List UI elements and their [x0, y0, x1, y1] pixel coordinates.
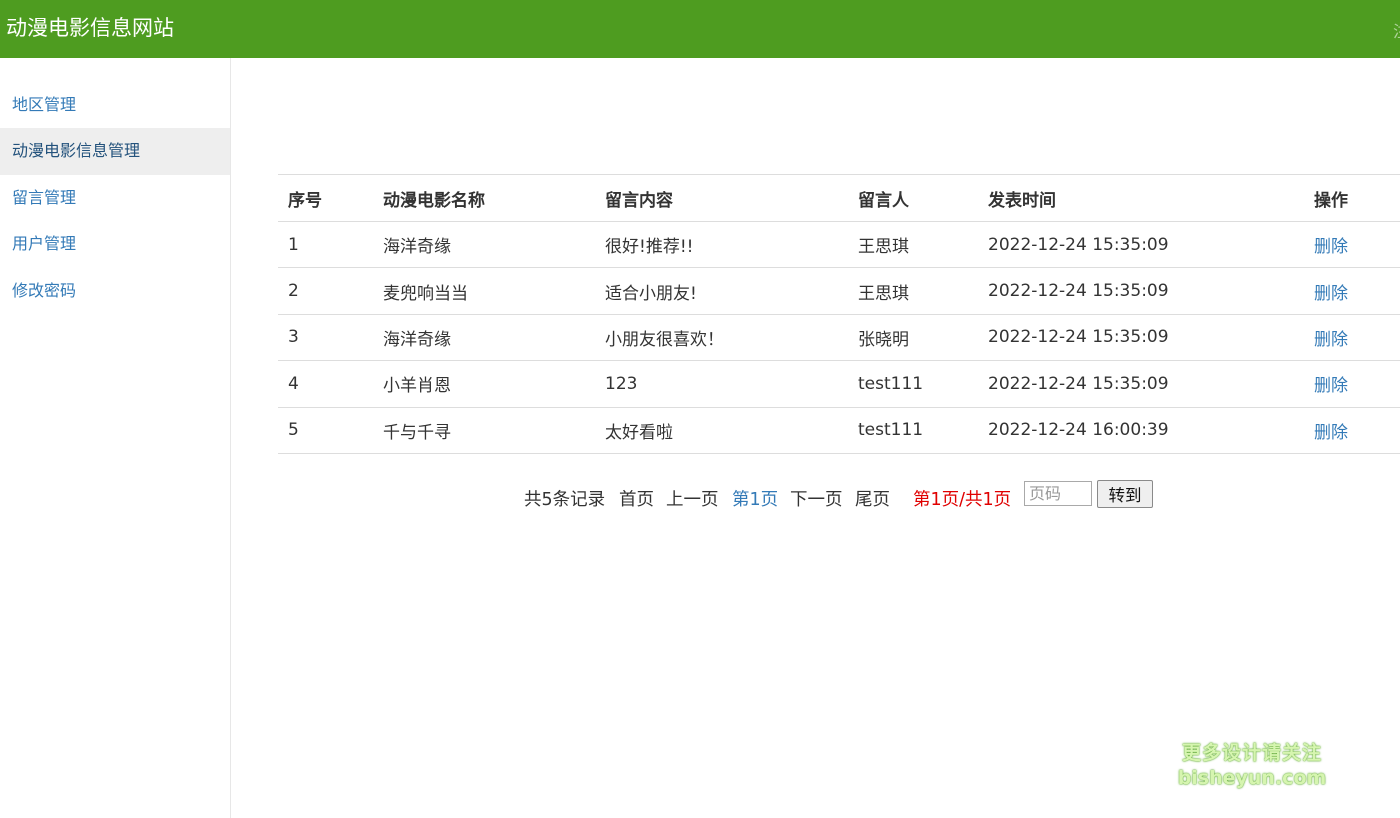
main-content: 序号 动漫电影名称 留言内容 留言人 发表时间 操作 1 海洋奇缘 很好!推荐!… [231, 58, 1400, 818]
cell-content: 很好!推荐!! [595, 221, 848, 269]
sidebar-item-users[interactable]: 用户管理 [0, 221, 230, 267]
watermark-line-2: bisheyun.com [1177, 767, 1327, 789]
next-page-link[interactable]: 下一页 [790, 488, 843, 512]
cell-author: test111 [848, 407, 978, 454]
cell-author: test111 [848, 360, 978, 408]
cell-time: 2022-12-24 15:35:09 [978, 360, 1304, 408]
cell-movie: 小羊肖恩 [373, 360, 595, 408]
cell-time: 2022-12-24 15:35:09 [978, 267, 1304, 315]
top-header-bar: 动漫电影信息网站 注 [0, 0, 1400, 58]
current-page-link[interactable]: 第1页 [732, 488, 778, 512]
sidebar-menu: 地区管理 动漫电影信息管理 留言管理 用户管理 修改密码 [0, 82, 230, 314]
cell-movie: 千与千寻 [373, 407, 595, 454]
watermark: 更多设计请关注 bisheyun.com [1172, 740, 1332, 790]
sidebar-item-change-password[interactable]: 修改密码 [0, 268, 230, 314]
cell-author: 张晓明 [848, 314, 978, 362]
record-count: 共5条记录 [524, 490, 606, 510]
column-header-action: 操作 [1304, 174, 1400, 222]
delete-link[interactable]: 删除 [1304, 407, 1400, 454]
cell-index: 2 [278, 267, 373, 315]
cell-content: 小朋友很喜欢！ [595, 314, 848, 362]
sidebar-item-movie-info[interactable]: 动漫电影信息管理 [0, 128, 230, 175]
cell-index: 1 [278, 221, 373, 269]
site-title[interactable]: 动漫电影信息网站 [6, 14, 174, 42]
header-right-text[interactable]: 注 [1393, 18, 1400, 42]
cell-index: 5 [278, 407, 373, 454]
delete-link[interactable]: 删除 [1304, 314, 1400, 362]
table-row: 1 海洋奇缘 很好!推荐!! 王思琪 2022-12-24 15:35:09 删… [278, 221, 1400, 269]
cell-content: 适合小朋友! [595, 267, 848, 315]
column-header-time: 发表时间 [978, 174, 1304, 222]
cell-index: 4 [278, 360, 373, 408]
prev-page-link[interactable]: 上一页 [666, 488, 719, 512]
cell-author: 王思琪 [848, 221, 978, 269]
column-header-author: 留言人 [848, 174, 978, 222]
column-header-index: 序号 [278, 174, 373, 222]
table-header-row: 序号 动漫电影名称 留言内容 留言人 发表时间 操作 [278, 174, 1400, 222]
table-row: 2 麦兜响当当 适合小朋友! 王思琪 2022-12-24 15:35:09 删… [278, 267, 1400, 315]
sidebar: 地区管理 动漫电影信息管理 留言管理 用户管理 修改密码 [0, 58, 231, 818]
cell-index: 3 [278, 314, 373, 362]
delete-link[interactable]: 删除 [1304, 267, 1400, 315]
sidebar-item-messages[interactable]: 留言管理 [0, 175, 230, 221]
delete-link[interactable]: 删除 [1304, 221, 1400, 269]
last-page-link[interactable]: 尾页 [855, 488, 890, 512]
table-row: 4 小羊肖恩 123 test111 2022-12-24 15:35:09 删… [278, 360, 1400, 408]
cell-time: 2022-12-24 15:35:09 [978, 314, 1304, 362]
message-table: 序号 动漫电影名称 留言内容 留言人 发表时间 操作 1 海洋奇缘 很好!推荐!… [278, 174, 1400, 454]
watermark-line-1: 更多设计请关注 [1181, 742, 1322, 764]
cell-movie: 海洋奇缘 [373, 221, 595, 269]
first-page-link[interactable]: 首页 [619, 488, 654, 512]
cell-movie: 海洋奇缘 [373, 314, 595, 362]
page-info: 第1页/共1页 [913, 490, 1012, 510]
column-header-content: 留言内容 [595, 174, 848, 222]
sidebar-item-region[interactable]: 地区管理 [0, 82, 230, 128]
table-row: 3 海洋奇缘 小朋友很喜欢！ 张晓明 2022-12-24 15:35:09 删… [278, 314, 1400, 362]
cell-time: 2022-12-24 15:35:09 [978, 221, 1304, 269]
cell-time: 2022-12-24 16:00:39 [978, 407, 1304, 454]
cell-author: 王思琪 [848, 267, 978, 315]
cell-content: 123 [595, 360, 848, 408]
column-header-movie: 动漫电影名称 [373, 174, 595, 222]
page-number-input[interactable] [1024, 481, 1092, 506]
table-row: 5 千与千寻 太好看啦 test111 2022-12-24 16:00:39 … [278, 407, 1400, 454]
go-to-page-button[interactable]: 转到 [1097, 480, 1153, 508]
delete-link[interactable]: 删除 [1304, 360, 1400, 408]
cell-content: 太好看啦 [595, 407, 848, 454]
cell-movie: 麦兜响当当 [373, 267, 595, 315]
